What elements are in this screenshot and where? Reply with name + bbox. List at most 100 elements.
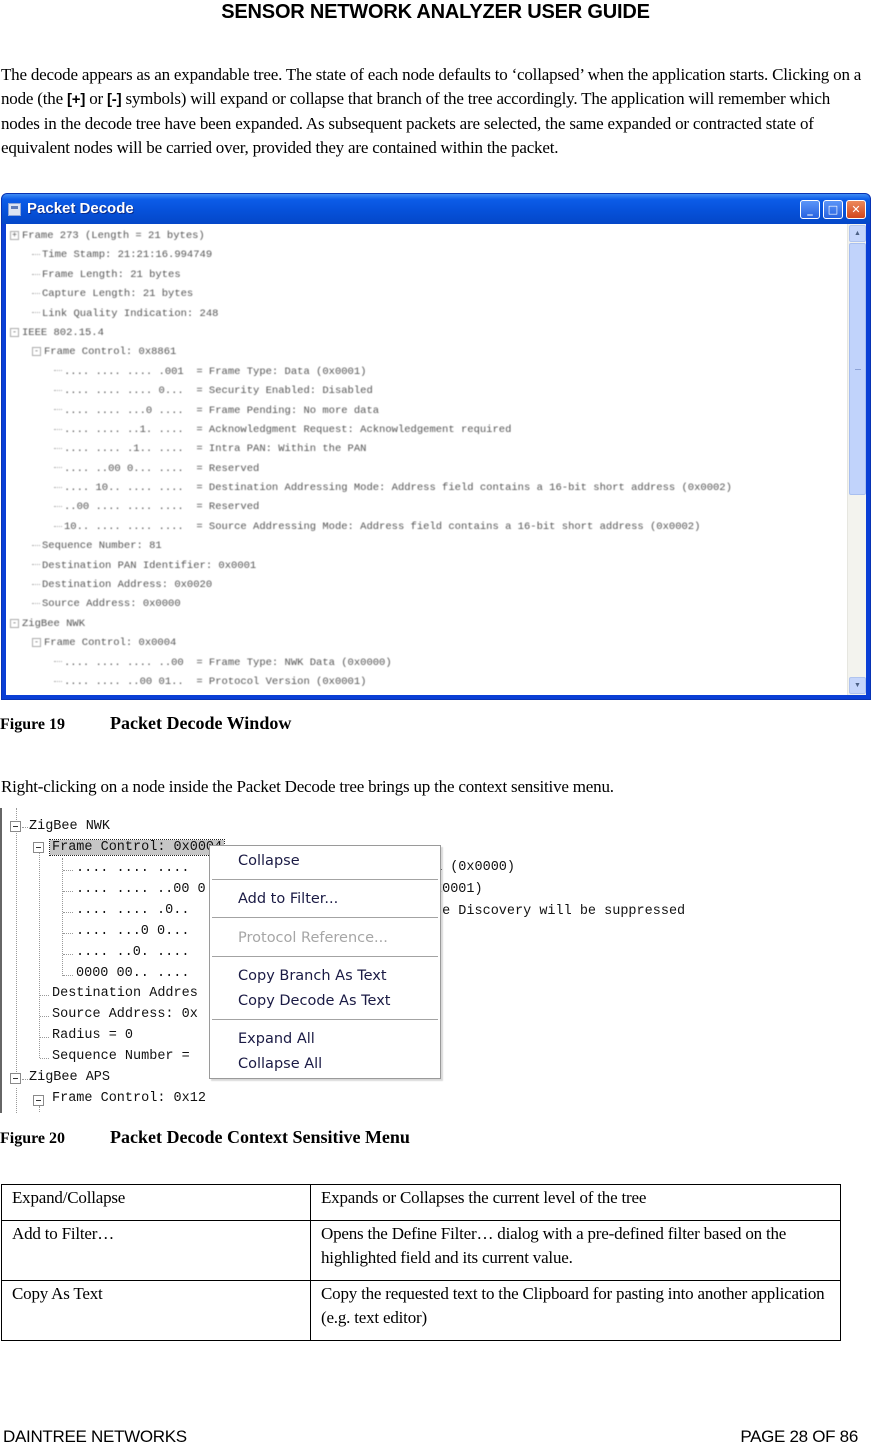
menu-item-collapse[interactable]: Collapse <box>238 851 300 871</box>
tree-connector <box>54 525 62 527</box>
figure-border <box>0 808 2 1113</box>
tree-node-label: ..00 .... .... .... = Reserved <box>64 501 260 514</box>
footer-page-number: PAGE 28 OF 86 <box>740 1427 858 1446</box>
tree-node[interactable]: .... .... .... 0... = Security Enabled: … <box>10 382 847 401</box>
tree-node[interactable]: Capture Length: 21 bytes <box>10 285 847 304</box>
menu-item-copy-branch-as-text[interactable]: Copy Branch As Text <box>238 966 387 986</box>
tree-node-aps-frame-control[interactable]: Frame Control: 0x12 <box>52 1089 206 1109</box>
tree-node[interactable]: Frame Length: 21 bytes <box>10 266 847 285</box>
tree-node-label: .... .... .... 0... = Security Enabled: … <box>64 385 373 398</box>
tree-node-label: .... .... ...0 .... = Frame Pending: No … <box>64 404 380 417</box>
tree-node-zigbee-aps[interactable]: ZigBee APS <box>29 1068 110 1088</box>
collapse-toggle-icon[interactable] <box>10 821 21 832</box>
packet-decode-window: Packet Decode _ □ ✕ + Frame 273 (Length =… <box>1 193 871 700</box>
tree-node-label: .... .... ..1. .... = Acknowledgment Req… <box>64 423 512 436</box>
tree-node-radius[interactable]: Radius = 0 <box>52 1026 133 1046</box>
tree-connector <box>63 891 73 892</box>
tree-node[interactable]: .... ..00 0... .... = Reserved <box>10 460 847 479</box>
tree-node[interactable]: - ZigBee NWK <box>10 615 847 634</box>
footer-company: DAINTREE NETWORKS <box>3 1427 187 1446</box>
tree-node-bitfield[interactable]: .... .... ..00 0 <box>76 880 206 900</box>
context-menu-figure: ZigBee NWK Frame Control: 0x0004 .... ..… <box>0 808 720 1113</box>
tree-node[interactable]: .... .... .... .001 = Frame Type: Data (… <box>10 363 847 382</box>
tree-node-label: Time Stamp: 21:21:16.994749 <box>42 249 213 262</box>
tree-node-bitfield[interactable]: .... ...0 0... <box>76 922 189 942</box>
tree-node[interactable]: .... .... .... ..00 = Frame Type: NWK Da… <box>10 654 847 673</box>
tree-node[interactable]: .... .... .1.. .... = Intra PAN: Within … <box>10 440 847 459</box>
tree-connector <box>54 409 62 411</box>
tree-connector <box>32 312 40 314</box>
collapse-toggle-icon[interactable] <box>33 842 44 853</box>
tree-node[interactable]: Time Stamp: 21:21:16.994749 <box>10 246 847 265</box>
collapse-toggle-icon[interactable]: - <box>32 347 41 357</box>
vertical-scrollbar[interactable]: ▲ ▼ <box>847 224 866 695</box>
tree-connector <box>63 975 73 976</box>
tree-node[interactable]: 10.. .... .... .... = Source Addressing … <box>10 518 847 537</box>
tree-node-label: Frame Control: 0x8861 <box>44 346 177 359</box>
scroll-thumb[interactable] <box>849 243 866 495</box>
tree-node-label: Sequence Number: 81 <box>42 540 162 553</box>
tree-node-bitfield[interactable]: .... ..0. .... <box>76 943 189 963</box>
tree-node[interactable]: - IEEE 802.15.4 <box>10 324 847 343</box>
menu-item-collapse-all[interactable]: Collapse All <box>238 1054 322 1074</box>
tree-node-label: IEEE 802.15.4 <box>22 326 104 339</box>
tree-node-source-address[interactable]: Source Address: 0x <box>52 1005 198 1025</box>
decode-tree[interactable]: + Frame 273 (Length = 21 bytes) Time Stamp… <box>6 224 847 695</box>
maximize-icon: □ <box>827 203 839 216</box>
tree-node-zigbee-nwk[interactable]: ZigBee NWK <box>29 817 110 837</box>
tree-connector <box>40 995 49 996</box>
collapse-toggle-icon[interactable]: - <box>10 618 19 628</box>
tree-connector <box>54 370 62 372</box>
tree-node[interactable]: - Frame Control: 0x8861 <box>10 343 847 362</box>
collapse-toggle-icon[interactable]: - <box>10 327 19 337</box>
window-client-area: + Frame 273 (Length = 21 bytes) Time Stamp… <box>6 224 866 695</box>
figure-20-caption: Figure 20 Packet Decode Context Sensitive… <box>0 1126 410 1150</box>
tree-node[interactable]: .... .... ..1. .... = Acknowledgment Req… <box>10 421 847 440</box>
tree-node[interactable]: .... 10.. .... .... = Destination Addres… <box>10 479 847 498</box>
tree-node[interactable]: Source Address: 0x0000 <box>10 595 847 614</box>
scroll-up-button[interactable]: ▲ <box>849 225 866 242</box>
tree-node-label: Destination Address: 0x0020 <box>42 579 213 592</box>
tree-node-label: .... .... .1.. .... = Intra PAN: Within … <box>64 443 367 456</box>
tree-node[interactable]: .... .... .0.. .... = Discover Route: Ro… <box>10 692 847 695</box>
tree-node[interactable]: .... .... ..00 01.. = Protocol Version (… <box>10 673 847 692</box>
tree-node-label: .... ..00 0... .... = Reserved <box>64 462 260 475</box>
tree-connector <box>40 1058 49 1059</box>
maximize-button[interactable]: □ <box>823 200 843 219</box>
selected-node[interactable]: Frame Control: 0x0004 <box>48 839 226 856</box>
tree-node[interactable]: Destination Address: 0x0020 <box>10 576 847 595</box>
tree-node[interactable]: Destination PAN Identifier: 0x0001 <box>10 557 847 576</box>
menu-item-expand-all[interactable]: Expand All <box>238 1029 315 1049</box>
tree-connector <box>22 827 28 828</box>
window-titlebar[interactable]: Packet Decode _ □ ✕ <box>2 194 870 224</box>
collapse-toggle-icon[interactable] <box>10 1073 21 1084</box>
menu-item-add-to-filter[interactable]: Add to Filter... <box>238 889 338 909</box>
tree-node[interactable]: ..00 .... .... .... = Reserved <box>10 498 847 517</box>
tree-node[interactable]: - Frame Control: 0x0004 <box>10 634 847 653</box>
tree-node-bitfield[interactable]: .... .... .0.. <box>76 901 189 921</box>
collapse-toggle-icon[interactable] <box>33 1095 44 1106</box>
tree-node-bitfield[interactable]: .... .... .... <box>76 859 189 879</box>
expand-toggle-icon[interactable]: + <box>10 230 19 240</box>
tree-connector <box>54 661 62 663</box>
tree-node[interactable]: Link Quality Indication: 248 <box>10 305 847 324</box>
menu-item-copy-decode-as-text[interactable]: Copy Decode As Text <box>238 991 390 1011</box>
menu-item-protocol-reference[interactable]: Protocol Reference... <box>238 928 388 948</box>
tree-node-bitfield[interactable]: 0000 00.. .... <box>76 964 189 984</box>
minimize-button[interactable]: _ <box>800 200 820 219</box>
collapse-toggle-icon[interactable]: - <box>32 637 41 647</box>
tree-node-sequence-number[interactable]: Sequence Number = <box>52 1047 190 1067</box>
scroll-down-button[interactable]: ▼ <box>849 677 866 694</box>
tree-node[interactable]: Sequence Number: 81 <box>10 537 847 556</box>
tree-node-label: Source Address: 0x0000 <box>42 598 181 611</box>
tree-connector <box>54 448 62 450</box>
tree-node[interactable]: + Frame 273 (Length = 21 bytes) <box>10 227 847 246</box>
tree-node-destination-address[interactable]: Destination Addres <box>52 984 198 1004</box>
tree-connector <box>63 912 73 913</box>
tree-node-label: 10.. .... .... .... = Source Addressing … <box>64 520 701 533</box>
tree-connector <box>40 1037 49 1038</box>
tree-node-frame-control[interactable]: Frame Control: 0x0004 <box>48 838 226 858</box>
close-button[interactable]: ✕ <box>846 200 866 219</box>
menu-separator <box>212 956 438 957</box>
tree-node[interactable]: .... .... ...0 .... = Frame Pending: No … <box>10 402 847 421</box>
